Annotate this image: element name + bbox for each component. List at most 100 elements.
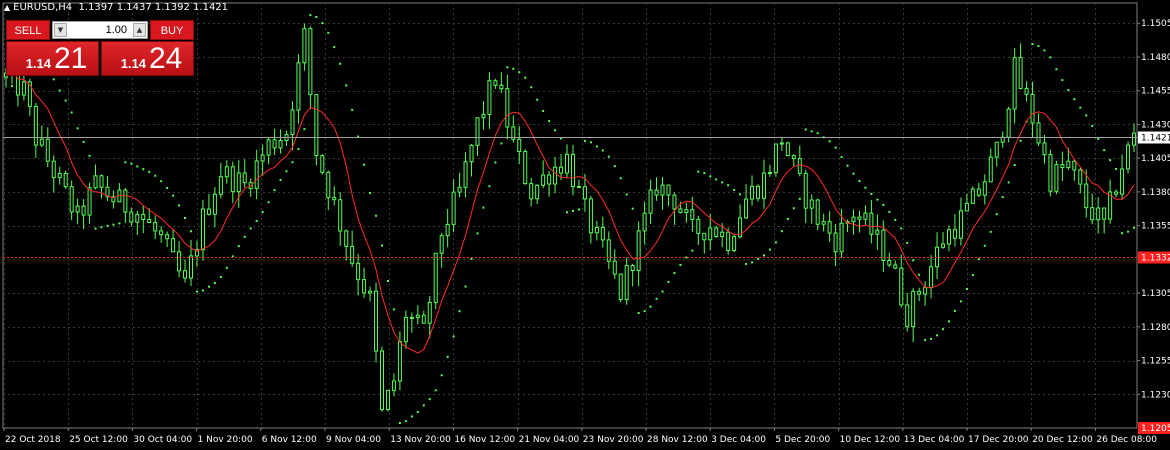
sar-dot [1067,89,1070,92]
sar-dot [727,184,730,187]
candle-body [696,218,701,234]
candle-body [1066,160,1071,169]
symbol-name: EURUSD,H4 [13,2,73,13]
sar-dot [369,192,372,195]
sar-dot [64,99,67,102]
sar-dot [858,180,861,183]
candle-body [946,229,951,245]
candle-body [642,212,647,232]
candle-body [159,230,164,236]
sar-dot [780,230,783,233]
sar-dot [530,86,533,89]
sar-dot [446,355,449,358]
candle-body [1096,207,1101,221]
sell-button[interactable]: SELL [6,20,50,40]
sar-dot [983,244,986,247]
sar-dot [649,305,652,308]
sar-dot [506,66,509,69]
candle-body [648,189,653,214]
candle-body [51,160,56,179]
candle-body [905,304,910,328]
lot-decrease-icon[interactable]: ▼ [54,23,67,37]
sar-dot [1019,139,1022,142]
candle-body [588,198,593,234]
candle-body [1078,169,1083,185]
sar-dot [888,210,891,213]
sar-dot [398,422,401,425]
candle-body [230,166,235,193]
sar-dot [768,248,771,251]
candle-body [911,290,916,328]
candle-body [218,176,223,195]
candle-body [797,158,802,174]
candle-body [487,80,492,115]
sar-dot [470,257,473,260]
candle-body [505,88,510,128]
candle-body [445,223,450,237]
sar-dot [494,161,497,164]
buy-button[interactable]: BUY [150,20,194,40]
candle-body [302,28,307,64]
candle-body [690,209,695,220]
candle-body [1090,207,1095,221]
y-tick-label: 1.1305 [1141,289,1170,299]
candle-body [851,216,856,223]
sar-dot [930,337,933,340]
x-tick-label: 30 Oct 04:00 [133,435,192,445]
sar-dot [852,172,855,175]
candle-body [576,185,581,188]
buy-price-button[interactable]: 1.14 24 [101,41,194,76]
candle-body [242,172,247,184]
candle-body [809,199,814,209]
sar-dot [595,145,598,148]
sar-dot [404,420,407,423]
candle-body [529,183,534,200]
sell-price-button[interactable]: 1.14 21 [6,41,99,76]
candle-body [93,175,98,189]
sar-dot [673,272,676,275]
candle-body [815,199,820,225]
x-tick-label: 21 Nov 04:00 [519,435,580,445]
sar-dot [1127,230,1130,233]
sar-dot [876,198,879,201]
sar-dot [942,328,945,331]
candle-body [123,189,128,213]
sar-dot [655,297,658,300]
candle-body [33,105,38,146]
candle-body [785,142,790,157]
sar-dot [679,263,682,266]
x-tick-label: 28 Nov 12:00 [647,435,708,445]
candle-body [266,139,271,156]
x-tick-label: 5 Dec 20:00 [775,435,830,445]
sar-dot [82,140,85,143]
candle-body [260,154,265,162]
candle-body [278,140,283,149]
candle-body [391,380,396,391]
sar-dot [583,139,586,142]
candle-body [427,301,432,324]
sar-dot [721,181,724,184]
candle-body [982,181,987,196]
sar-dot [422,404,425,407]
sar-dot [392,308,395,311]
candle-body [750,185,755,200]
sar-dot [190,230,193,233]
sar-dot [971,274,974,277]
sar-dot [1037,44,1040,47]
sar-dot [213,282,216,285]
sar-dot [458,310,461,313]
y-tick-label: 1.1480 [1141,53,1170,63]
candle-body [1102,207,1107,220]
sar-dot [894,218,897,221]
buy-price-pips: 24 [149,42,183,75]
triangle-up-icon[interactable]: ▲ [4,3,10,12]
sar-dot [201,289,204,292]
sar-dot [703,172,706,175]
lot-increase-icon[interactable]: ▲ [133,23,146,37]
candle-body [535,184,540,200]
lot-size-input[interactable] [69,22,131,38]
sar-dot [715,178,718,181]
sar-dot [1121,232,1124,235]
level-price-label: 1.1332 [1141,254,1170,264]
candle-body [1084,183,1089,209]
